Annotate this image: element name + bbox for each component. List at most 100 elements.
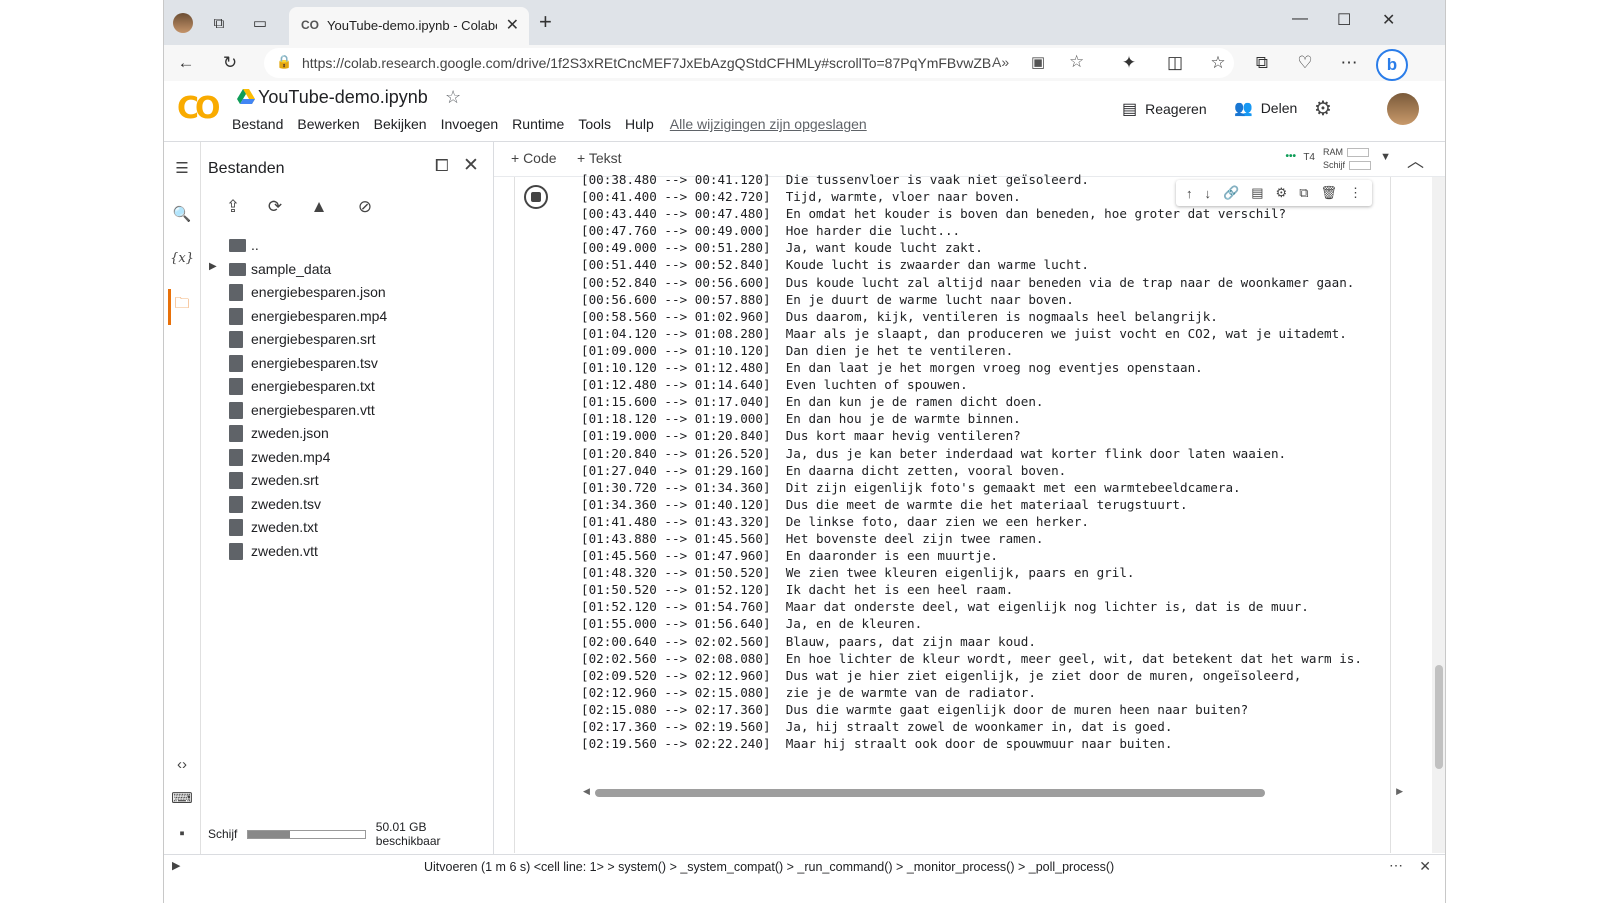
connection-dropdown-icon[interactable]: ▼ bbox=[1380, 151, 1391, 163]
people-icon: 👥 bbox=[1234, 100, 1253, 117]
mount-drive-icon[interactable]: ▲ bbox=[307, 196, 331, 218]
horizontal-scroll-thumb[interactable] bbox=[595, 789, 1265, 797]
menu-bestand[interactable]: Bestand bbox=[232, 116, 283, 132]
add-code-button[interactable]: + Code bbox=[511, 150, 557, 166]
notebook-title[interactable]: YouTube-demo.ipynb bbox=[258, 87, 428, 108]
mirror-cell-icon[interactable]: ⧉ bbox=[1299, 185, 1308, 201]
menu-invoegen[interactable]: Invoegen bbox=[441, 116, 499, 132]
more-menu-icon[interactable]: ⋯ bbox=[1338, 52, 1360, 74]
file-name: sample_data bbox=[251, 260, 332, 277]
close-tab-icon[interactable]: ✕ bbox=[506, 15, 519, 35]
scroll-left-icon[interactable]: ◀ bbox=[583, 786, 590, 797]
disk-resource-label: Schijf bbox=[1322, 160, 1345, 170]
horizontal-scrollbar[interactable]: ◀ ▶ bbox=[583, 786, 1403, 798]
more-actions-icon[interactable]: ⋮ bbox=[1349, 185, 1362, 201]
parent-folder-row[interactable]: .. bbox=[201, 234, 493, 258]
menu-bekijken[interactable]: Bekijken bbox=[374, 116, 427, 132]
collapse-chevron-icon[interactable]: ︿ bbox=[1407, 147, 1424, 172]
move-up-icon[interactable]: ↑ bbox=[1186, 186, 1193, 201]
copilot-icon[interactable]: b bbox=[1376, 49, 1408, 81]
address-bar[interactable]: 🔒 https://colab.research.google.com/driv… bbox=[264, 48, 1234, 78]
cell-settings-icon[interactable]: ⚙ bbox=[1276, 185, 1288, 201]
file-row[interactable]: zweden.json bbox=[201, 422, 493, 446]
split-screen-icon[interactable]: ◫ bbox=[1164, 52, 1186, 74]
close-panel-icon[interactable]: ✕ bbox=[463, 154, 479, 177]
saved-status-link[interactable]: Alle wijzigingen zijn opgeslagen bbox=[670, 116, 867, 132]
extensions-icon[interactable]: ✦ bbox=[1118, 52, 1140, 74]
refresh-icon[interactable]: ↻ bbox=[219, 52, 241, 74]
drive-icon[interactable] bbox=[237, 89, 255, 105]
variables-icon[interactable]: {x} bbox=[170, 246, 194, 270]
menu-bewerken[interactable]: Bewerken bbox=[297, 116, 359, 132]
profile-icon[interactable] bbox=[172, 12, 194, 34]
back-icon[interactable]: ← bbox=[175, 52, 197, 74]
add-text-button[interactable]: + Tekst bbox=[577, 150, 622, 166]
avatar[interactable] bbox=[1387, 93, 1419, 125]
delete-cell-icon[interactable]: 🗑 bbox=[1320, 185, 1337, 201]
favorite-star-icon[interactable]: ☆ bbox=[1069, 52, 1084, 72]
parent-folder-label: .. bbox=[251, 237, 259, 253]
read-aloud-icon[interactable]: A» bbox=[992, 54, 1009, 70]
command-palette-icon[interactable]: ⌨ bbox=[170, 786, 194, 810]
menu-hulp[interactable]: Hulp bbox=[625, 116, 654, 132]
vertical-scroll-thumb[interactable] bbox=[1435, 665, 1443, 769]
url-text: https://colab.research.google.com/drive/… bbox=[302, 55, 992, 71]
file-row[interactable]: zweden.vtt bbox=[201, 540, 493, 564]
file-row[interactable]: energiebesparen.txt bbox=[201, 375, 493, 399]
comment-button[interactable]: ▤ Reageren bbox=[1122, 99, 1207, 119]
new-tab-icon[interactable]: + bbox=[539, 11, 552, 33]
file-icon bbox=[229, 331, 243, 348]
scroll-right-icon[interactable]: ▶ bbox=[1396, 786, 1403, 797]
collections-icon[interactable]: ⧉ bbox=[1251, 52, 1273, 74]
menu-runtime[interactable]: Runtime bbox=[512, 116, 564, 132]
file-row[interactable]: zweden.srt bbox=[201, 469, 493, 493]
hide-files-icon[interactable]: ⊘ bbox=[353, 196, 377, 218]
table-of-contents-icon[interactable]: ☰ bbox=[170, 156, 194, 180]
file-row[interactable]: energiebesparen.srt bbox=[201, 328, 493, 352]
folder-icon[interactable]: 🗀 bbox=[170, 293, 194, 317]
expand-arrow-icon[interactable]: ▶ bbox=[209, 261, 217, 272]
browser-tab[interactable]: CO YouTube-demo.ipynb - Colabora ✕ bbox=[289, 7, 529, 45]
move-down-icon[interactable]: ↓ bbox=[1205, 186, 1212, 201]
file-row[interactable]: energiebesparen.tsv bbox=[201, 352, 493, 376]
link-icon[interactable]: 🔗 bbox=[1223, 185, 1239, 201]
upload-file-icon[interactable]: ⇪ bbox=[221, 196, 245, 218]
file-row[interactable]: zweden.mp4 bbox=[201, 446, 493, 470]
comment-cell-icon[interactable]: ▤ bbox=[1251, 185, 1263, 201]
status-close-icon[interactable]: ✕ bbox=[1419, 858, 1431, 875]
file-row[interactable]: energiebesparen.vtt bbox=[201, 399, 493, 423]
vertical-scrollbar[interactable] bbox=[1432, 177, 1445, 853]
workspaces-icon[interactable]: ⧉ bbox=[208, 12, 230, 34]
expand-status-icon[interactable]: ▶ bbox=[172, 859, 180, 872]
file-name: zweden.tsv bbox=[251, 495, 322, 512]
star-notebook-icon[interactable]: ☆ bbox=[445, 87, 461, 108]
folder-row[interactable]: ▶ sample_data bbox=[201, 258, 493, 282]
maximize-icon[interactable]: ☐ bbox=[1337, 10, 1351, 30]
stop-execution-button[interactable] bbox=[524, 185, 548, 209]
file-row[interactable]: zweden.txt bbox=[201, 516, 493, 540]
settings-gear-icon[interactable]: ⚙ bbox=[1314, 96, 1332, 121]
vertical-tabs-icon[interactable]: ▭ bbox=[249, 12, 271, 34]
close-window-icon[interactable]: ✕ bbox=[1382, 10, 1395, 30]
browser-essentials-icon[interactable]: ♡ bbox=[1294, 52, 1316, 74]
output-line: [01:55.000 --> 01:56.640] Ja, en de kleu… bbox=[581, 616, 923, 632]
file-row[interactable]: zweden.tsv bbox=[201, 493, 493, 517]
favorites-icon[interactable]: ☆ bbox=[1207, 52, 1229, 74]
code-snippets-icon[interactable]: ‹› bbox=[170, 752, 194, 776]
search-icon[interactable]: 🔍 bbox=[170, 202, 194, 226]
resources-indicator[interactable]: RAM Schijf bbox=[1323, 146, 1371, 172]
minimize-icon[interactable]: — bbox=[1292, 10, 1308, 28]
status-more-icon[interactable]: ⋯ bbox=[1389, 857, 1403, 874]
immersive-reader-icon[interactable]: ▣ bbox=[1031, 53, 1045, 71]
menu-tools[interactable]: Tools bbox=[578, 116, 611, 132]
file-row[interactable]: energiebesparen.json bbox=[201, 281, 493, 305]
file-row[interactable]: energiebesparen.mp4 bbox=[201, 305, 493, 329]
lock-icon[interactable]: 🔒 bbox=[276, 54, 292, 70]
share-button[interactable]: 👥 Delen bbox=[1234, 99, 1297, 117]
open-in-tab-icon[interactable]: ⧠ bbox=[435, 156, 449, 176]
refresh-folder-icon[interactable]: ⟳ bbox=[263, 196, 287, 218]
file-name: energiebesparen.json bbox=[251, 284, 386, 300]
colab-logo[interactable]: CO bbox=[177, 91, 220, 126]
code-cell[interactable]: [00:38.480 --> 00:41.120] Die tussenvloe… bbox=[514, 172, 1403, 853]
terminal-icon[interactable]: ▪ bbox=[170, 821, 194, 845]
